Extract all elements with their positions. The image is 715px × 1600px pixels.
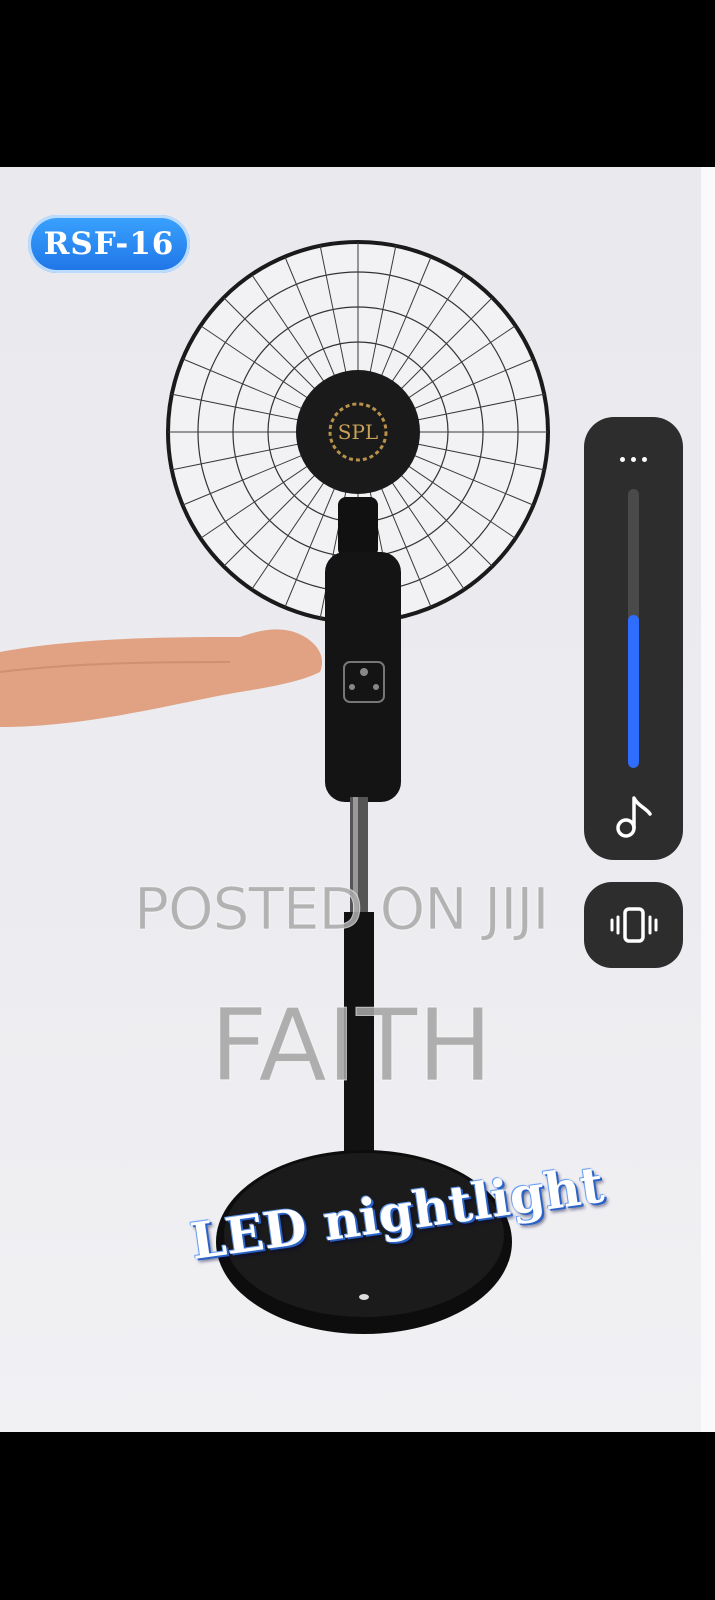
volume-slider[interactable] xyxy=(628,489,639,768)
music-note-icon[interactable] xyxy=(614,792,654,840)
vibrate-button[interactable] xyxy=(584,882,683,968)
model-badge: RSF-16 xyxy=(28,215,190,273)
volume-level xyxy=(628,614,639,768)
watermark-seller-name: FAITH xyxy=(210,987,494,1105)
more-icon[interactable] xyxy=(584,449,683,469)
watermark-posted-on: POSTED ON JIJI xyxy=(134,875,551,944)
vibrate-icon xyxy=(610,907,657,943)
svg-text:SPL: SPL xyxy=(338,420,378,444)
volume-panel[interactable] xyxy=(584,417,683,860)
